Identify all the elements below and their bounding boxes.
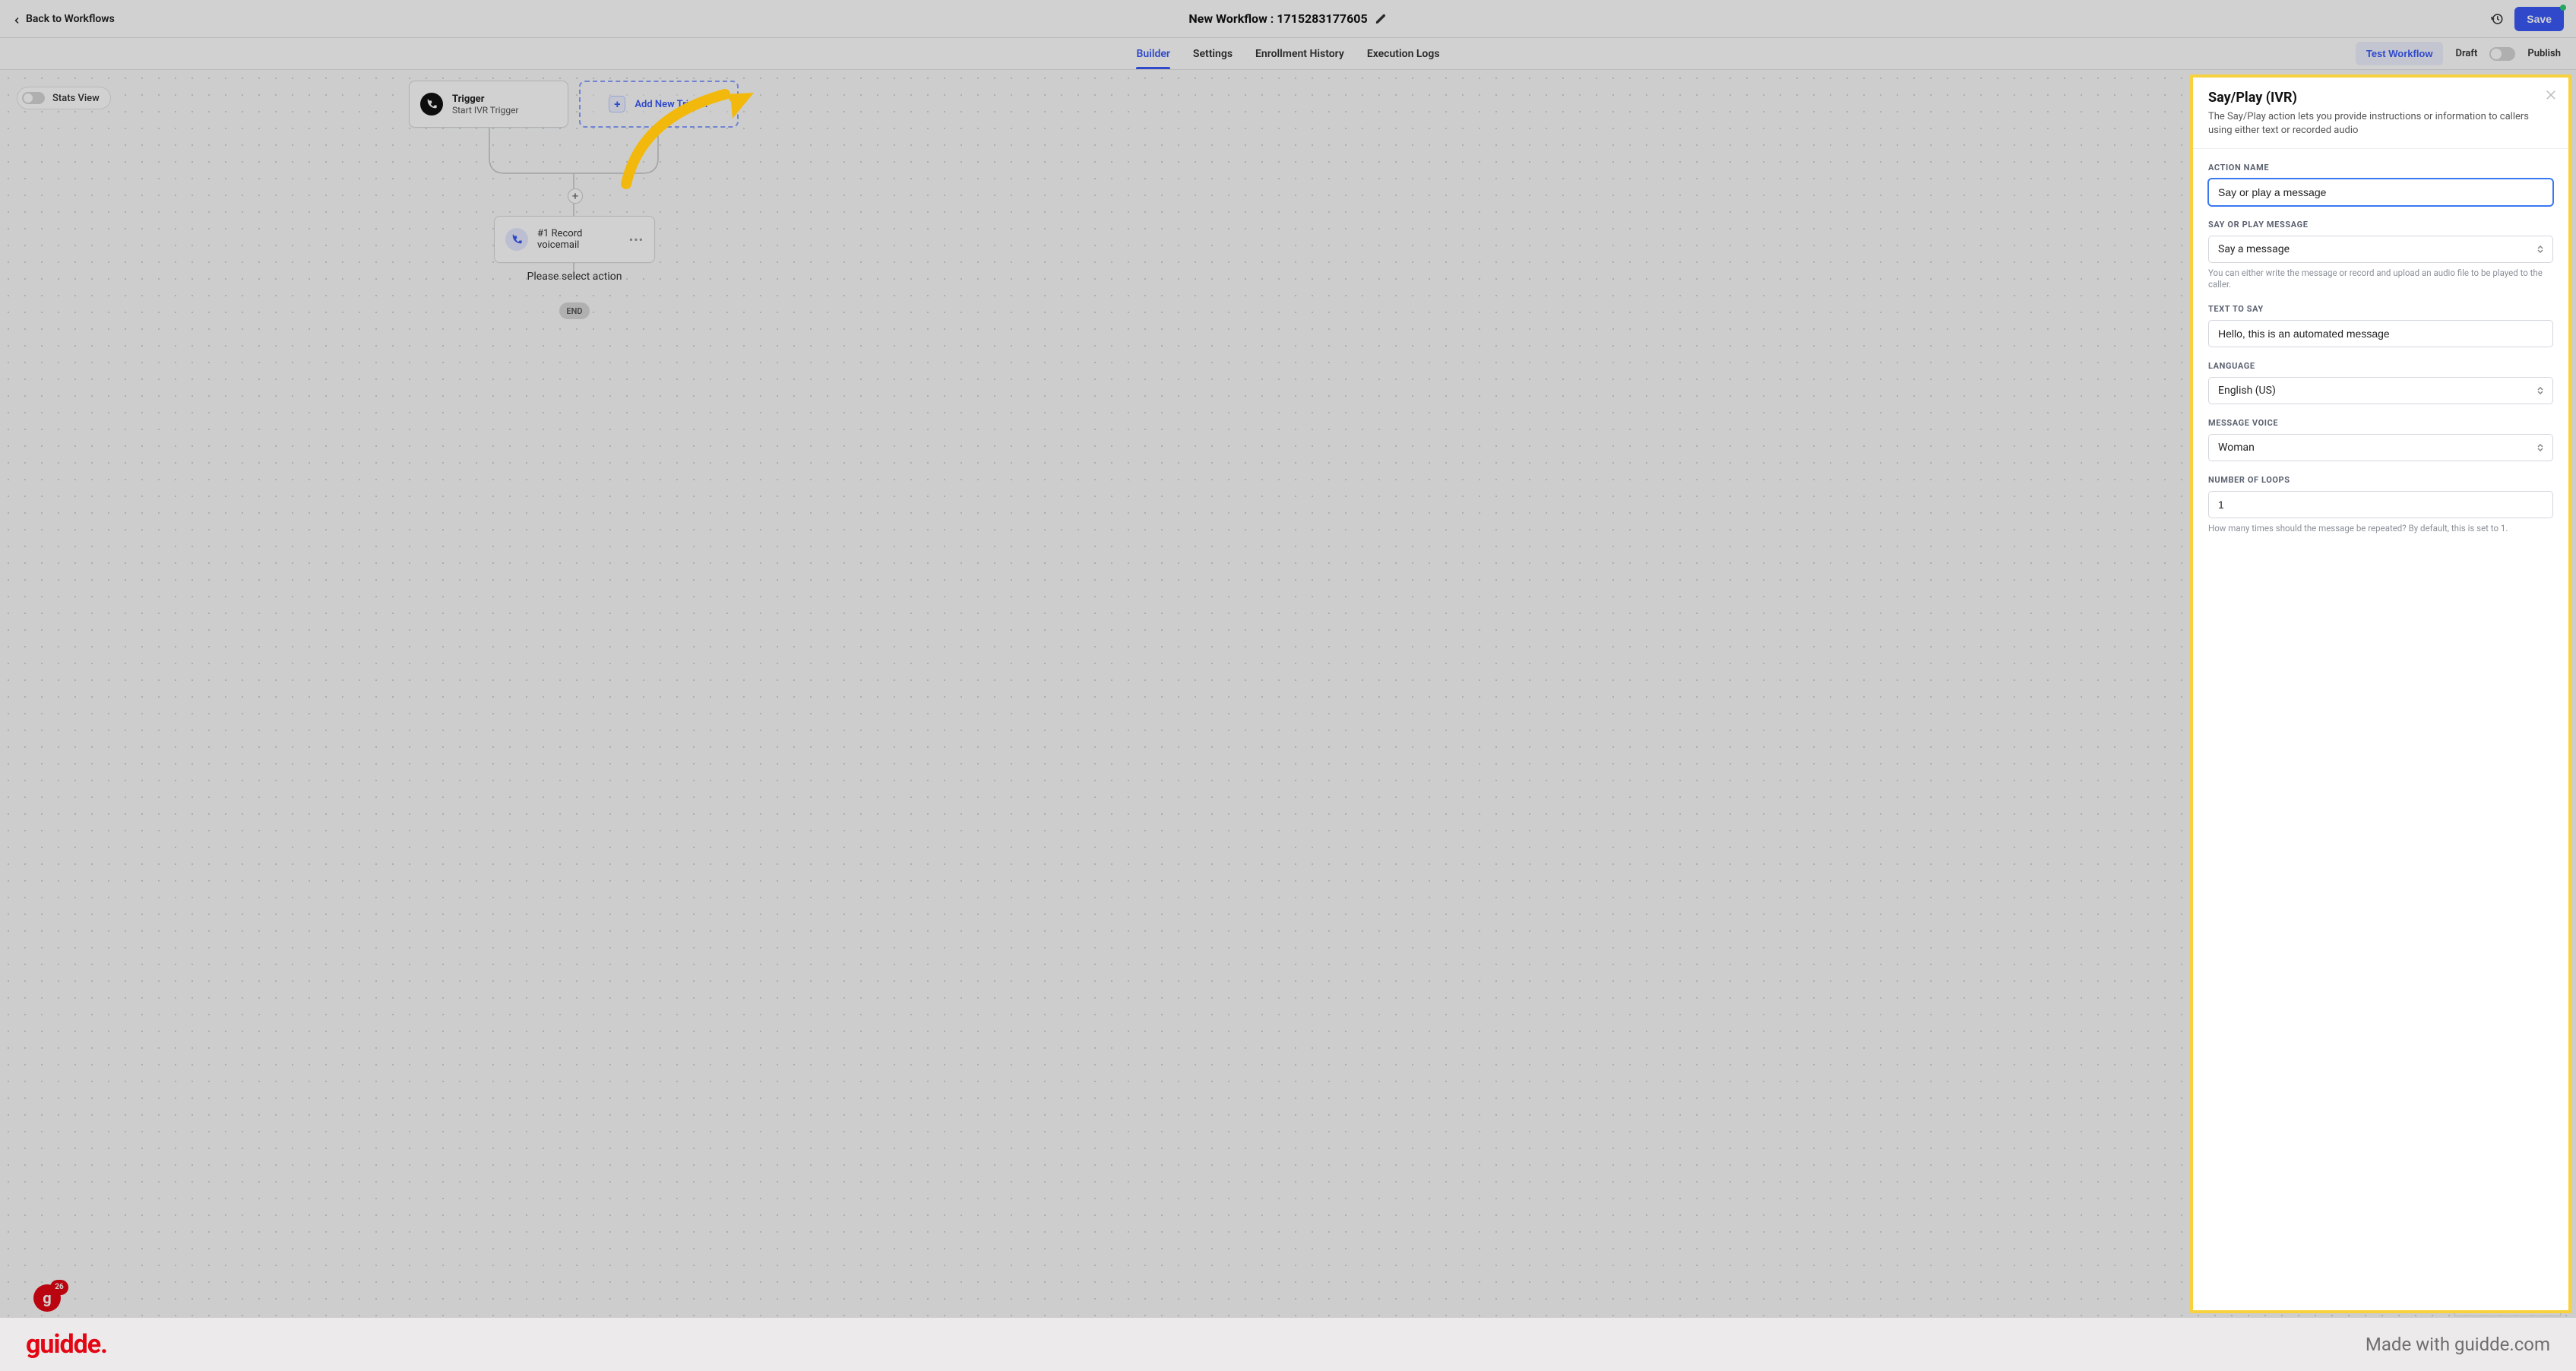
action-name-input[interactable] <box>2208 179 2553 206</box>
stats-view-toggle[interactable] <box>22 92 45 104</box>
save-button[interactable]: Save <box>2514 7 2564 31</box>
phone-icon <box>420 93 443 116</box>
loops-input[interactable] <box>2208 491 2553 518</box>
test-workflow-button[interactable]: Test Workflow <box>2356 42 2444 65</box>
stats-view-pill: Stats View <box>17 87 111 109</box>
action-config-panel: Say/Play (IVR) The Say/Play action lets … <box>2190 74 2571 1313</box>
say-or-play-value: Say a message <box>2218 243 2290 255</box>
language-label: LANGUAGE <box>2208 361 2553 371</box>
guidde-logo: guidde. <box>26 1329 107 1360</box>
tab-enrollment-history[interactable]: Enrollment History <box>1255 38 1344 69</box>
message-voice-select[interactable]: Woman <box>2208 434 2553 461</box>
workflow-title-wrap: New Workflow : 1715283177605 <box>1188 11 1387 26</box>
field-language: LANGUAGE English (US) <box>2208 361 2553 404</box>
tabs-right: Test Workflow Draft Publish <box>2356 38 2561 69</box>
loops-hint: How many times should the message be rep… <box>2208 523 2553 534</box>
more-icon[interactable]: ••• <box>629 233 644 247</box>
chevron-updown-icon <box>2537 387 2543 394</box>
close-icon[interactable] <box>2544 88 2558 105</box>
chevron-left-icon <box>12 13 21 25</box>
workflow-title: New Workflow : 1715283177605 <box>1188 11 1367 26</box>
say-or-play-select[interactable]: Say a message <box>2208 236 2553 263</box>
tab-settings[interactable]: Settings <box>1193 38 1233 69</box>
message-voice-label: MESSAGE VOICE <box>2208 418 2553 428</box>
publish-label: Publish <box>2527 48 2561 59</box>
workflow-header: Back to Workflows New Workflow : 1715283… <box>0 0 2576 38</box>
trigger-subtitle: Start IVR Trigger <box>452 105 519 116</box>
record-voicemail-node[interactable]: #1 Record voicemail ••• <box>494 216 655 263</box>
action-name-label: ACTION NAME <box>2208 163 2553 173</box>
tab-execution-logs[interactable]: Execution Logs <box>1367 38 1440 69</box>
record-label: #1 Record voicemail <box>537 228 620 251</box>
publish-toggle[interactable] <box>2489 47 2515 61</box>
message-voice-value: Woman <box>2218 442 2255 454</box>
made-with-label: Made with guidde.com <box>2366 1334 2550 1355</box>
panel-header: Say/Play (IVR) The Say/Play action lets … <box>2193 78 2568 149</box>
guidde-badge[interactable]: g <box>33 1284 61 1312</box>
draft-label: Draft <box>2455 48 2477 59</box>
field-say-or-play: SAY OR PLAY MESSAGE Say a message You ca… <box>2208 220 2553 290</box>
tab-bar: Builder Settings Enrollment History Exec… <box>0 38 2576 70</box>
chevron-updown-icon <box>2537 444 2543 451</box>
field-message-voice: MESSAGE VOICE Woman <box>2208 418 2553 461</box>
field-number-of-loops: NUMBER OF LOOPS How many times should th… <box>2208 475 2553 534</box>
back-label: Back to Workflows <box>26 13 115 25</box>
field-text-to-say: TEXT TO SAY <box>2208 304 2553 347</box>
chevron-updown-icon <box>2537 245 2543 253</box>
language-select[interactable]: English (US) <box>2208 377 2553 404</box>
stats-view-label: Stats View <box>52 93 100 104</box>
add-step-button[interactable]: + <box>568 188 583 204</box>
trigger-title: Trigger <box>452 93 519 105</box>
trigger-text: Trigger Start IVR Trigger <box>452 93 519 116</box>
loops-label: NUMBER OF LOOPS <box>2208 475 2553 485</box>
text-to-say-input[interactable] <box>2208 320 2553 347</box>
field-action-name: ACTION NAME <box>2208 163 2553 206</box>
language-value: English (US) <box>2218 385 2276 397</box>
voicemail-icon <box>505 228 528 251</box>
say-or-play-hint: You can either write the message or reco… <box>2208 268 2553 290</box>
panel-body: ACTION NAME SAY OR PLAY MESSAGE Say a me… <box>2193 149 2568 553</box>
plus-icon: + <box>609 96 625 112</box>
back-to-workflows-link[interactable]: Back to Workflows <box>12 13 115 25</box>
add-new-trigger-button[interactable]: + Add New Trigger <box>579 81 739 128</box>
select-action-placeholder[interactable]: Please select action <box>494 271 655 283</box>
header-right: Save <box>2490 7 2564 31</box>
edit-icon[interactable] <box>1375 13 1388 25</box>
history-icon[interactable] <box>2490 12 2504 26</box>
end-node: END <box>559 302 590 319</box>
text-to-say-label: TEXT TO SAY <box>2208 304 2553 314</box>
footer: guidde. Made with guidde.com <box>0 1318 2576 1371</box>
panel-title: Say/Play (IVR) <box>2208 90 2553 106</box>
panel-description: The Say/Play action lets you provide ins… <box>2208 110 2553 138</box>
add-trigger-label: Add New Trigger <box>635 99 708 110</box>
tab-builder[interactable]: Builder <box>1136 38 1169 69</box>
trigger-node[interactable]: Trigger Start IVR Trigger <box>409 81 568 128</box>
say-or-play-label: SAY OR PLAY MESSAGE <box>2208 220 2553 230</box>
